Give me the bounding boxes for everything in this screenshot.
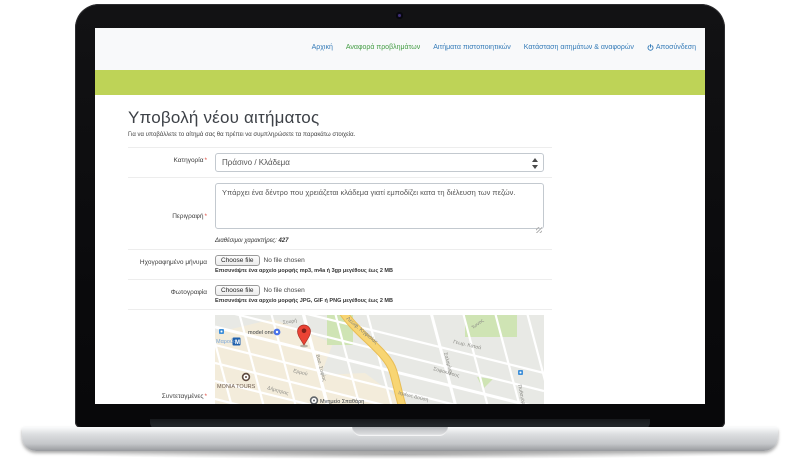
description-label: Περιγραφή* — [128, 183, 215, 220]
logout-label: Αποσύνδεση — [656, 44, 696, 51]
browser-viewport: Αρχική Αναφορά προβλημάτων Αιτήματα πιστοπ… — [95, 28, 705, 404]
nav-item[interactable]: Αρχική — [312, 44, 333, 51]
logout-link[interactable]: Αποσύνδεση — [647, 44, 696, 51]
chars-remaining: Διαθέσιμοι χαρακτήρες: 427 — [215, 238, 544, 244]
map-label: model one — [248, 330, 274, 336]
category-selected-value: Πράσινο / Κλάδεμα — [222, 158, 290, 167]
main-nav: Αρχική Αναφορά προβλημάτων Αιτήματα πιστοπ… — [312, 44, 696, 51]
form-row-coordinates: Συντεταγμένες* — [128, 310, 552, 404]
page-title: Υποβολή νέου αιτήματος — [128, 108, 705, 128]
chars-remaining-value: 427 — [278, 238, 288, 244]
photo-choose-file-button[interactable]: Choose file — [215, 285, 260, 296]
location-map[interactable]: ΣουρήΛεωφ. Κηφισίαςmodel oneΜαρούσιMMONI… — [215, 315, 544, 404]
category-select[interactable]: Πράσινο / Κλάδεμα — [215, 153, 544, 172]
request-form: Κατηγορία* Πράσινο / Κλάδεμα Περιγραφή* — [128, 147, 552, 404]
audio-file-status: No file chosen — [264, 257, 305, 264]
nav-item[interactable]: Κατάσταση αιτημάτων & αναφορών — [524, 44, 634, 51]
photo-helper-text: Επισυνάψτε ένα αρχείο μορφής JPG, GIF ή … — [215, 298, 544, 304]
form-row-audio: Ηχογραφημένο μήνυμα Choose file No file … — [128, 250, 552, 280]
description-textarea[interactable] — [215, 183, 544, 229]
map-label: MONIA TOURS — [217, 384, 256, 390]
required-mark: * — [204, 393, 207, 400]
map-label: Μνημείο Σπαθάρη — [320, 398, 364, 404]
photo-file-status: No file chosen — [264, 287, 305, 294]
form-row-photo: Φωτογραφία Choose file No file chosen Επ… — [128, 280, 552, 310]
accent-bar — [95, 70, 705, 95]
page-content: Υποβολή νέου αιτήματος Για να υποβάλλετε… — [95, 108, 705, 404]
select-stepper-icon — [532, 158, 538, 169]
form-row-description: Περιγραφή* Διαθέσιμοι χαρακτήρες: 427 — [128, 178, 552, 250]
nav-items: Αρχική Αναφορά προβλημάτων Αιτήματα πιστοπ… — [312, 44, 634, 51]
laptop-notch — [352, 427, 448, 436]
required-mark: * — [204, 157, 207, 164]
audio-helper-text: Επισυνάψτε ένα αρχείο μορφής mp3, m4a ή … — [215, 268, 544, 274]
coordinates-label: Συντεταγμένες* — [128, 315, 215, 400]
audio-label: Ηχογραφημένο μήνυμα — [128, 255, 215, 266]
audio-choose-file-button[interactable]: Choose file — [215, 255, 260, 266]
power-icon — [647, 44, 654, 51]
required-mark: * — [204, 213, 207, 220]
laptop-shadow — [60, 450, 740, 459]
map-label: M — [235, 340, 240, 346]
nav-item[interactable]: Αιτήματα πιστοποιητικών — [433, 44, 511, 51]
category-label: Κατηγορία* — [128, 153, 215, 164]
resize-grip-icon[interactable] — [536, 227, 542, 233]
laptop-mockup: Αρχική Αναφορά προβλημάτων Αιτήματα πιστοπ… — [0, 0, 800, 460]
form-row-category: Κατηγορία* Πράσινο / Κλάδεμα — [128, 148, 552, 178]
photo-label: Φωτογραφία — [128, 285, 215, 296]
laptop-base — [22, 427, 778, 451]
page-subtitle: Για να υποβάλλετε το αίτημά σας θα πρέπε… — [128, 132, 705, 138]
webcam-icon — [396, 12, 403, 19]
nav-item[interactable]: Αναφορά προβλημάτων — [346, 44, 420, 51]
site-header: Αρχική Αναφορά προβλημάτων Αιτήματα πιστοπ… — [95, 28, 705, 70]
